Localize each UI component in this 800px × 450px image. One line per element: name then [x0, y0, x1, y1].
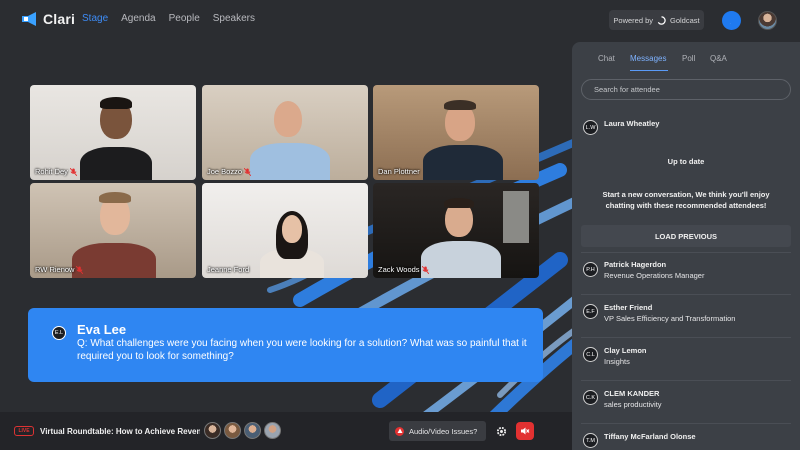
- tab-messages[interactable]: Messages: [630, 54, 666, 63]
- participant-name: Rohit Dey: [35, 167, 68, 176]
- attendee-title: sales productivity: [604, 400, 662, 409]
- powered-by-brand: Goldcast: [670, 15, 700, 25]
- goldcast-icon: [657, 15, 666, 25]
- divider: [581, 294, 791, 295]
- attendee-name[interactable]: Tiffany McFarland Olonse: [604, 432, 696, 441]
- active-tab-indicator: [630, 70, 668, 71]
- question-author: Eva Lee: [77, 322, 127, 337]
- speaker-avatars: [204, 422, 281, 439]
- participant-hair: [444, 198, 474, 208]
- speaker-mute-button[interactable]: [516, 422, 534, 440]
- participant-name: Joe Bozzo: [207, 167, 243, 176]
- featured-question-card: E.L Eva Lee Q: What challenges were you …: [28, 308, 543, 382]
- participant-figure: [72, 243, 156, 278]
- attendee-title: Insights: [604, 357, 630, 366]
- settings-gear-icon[interactable]: [496, 426, 507, 437]
- participant-figure: [421, 241, 501, 278]
- top-bar: Clari Stage Agenda People Speakers Power…: [0, 0, 800, 40]
- participant-head: [274, 101, 302, 137]
- mic-off-icon: [76, 265, 84, 274]
- speaker-avatar[interactable]: [224, 422, 241, 439]
- attendee-initials-avatar: C.K: [583, 390, 598, 405]
- divider: [581, 337, 791, 338]
- video-tile-joe-bozzo[interactable]: Joe Bozzo: [202, 85, 368, 180]
- recommendation-message: Start a new conversation, We think you'l…: [602, 190, 770, 210]
- participant-name: Jeanne Ford: [207, 265, 250, 274]
- av-issues-button[interactable]: Audio/Video Issues?: [389, 421, 486, 441]
- attendee-initials-avatar: T.M: [583, 433, 598, 448]
- theme-toggle-button[interactable]: [722, 11, 741, 30]
- mic-off-icon: [244, 167, 252, 176]
- main-nav: Stage Agenda People Speakers: [82, 13, 255, 24]
- nav-stage[interactable]: Stage: [82, 13, 108, 24]
- video-tile-jeanne-ford[interactable]: Jeanne Ford: [202, 183, 368, 278]
- participant-figure: [423, 145, 503, 180]
- user-avatar[interactable]: [758, 11, 777, 30]
- live-badge: LIVE: [14, 426, 34, 436]
- participant-label: Rohit Dey: [35, 167, 77, 176]
- speaker-muted-icon: [521, 427, 530, 435]
- conversation-status: Up to date: [667, 157, 705, 166]
- nav-people[interactable]: People: [169, 13, 200, 24]
- mic-off-icon: [69, 167, 77, 176]
- attendee-title: Revenue Operations Manager: [604, 271, 705, 280]
- tab-poll[interactable]: Poll: [682, 54, 695, 63]
- speaker-avatar[interactable]: [244, 422, 261, 439]
- participant-label: Dan Plottner: [378, 167, 420, 176]
- speaker-avatar[interactable]: [264, 422, 281, 439]
- video-tile-zack-woods[interactable]: Zack Woods: [373, 183, 539, 278]
- participant-figure: [80, 147, 152, 180]
- av-issues-label: Audio/Video Issues?: [409, 426, 478, 436]
- participant-name: Dan Plottner: [378, 167, 420, 176]
- participant-label: Joe Bozzo: [207, 167, 252, 176]
- warning-icon: [395, 426, 404, 436]
- powered-by-label: Powered by: [613, 15, 653, 25]
- video-tile-rohit-dey[interactable]: Rohit Dey: [30, 85, 196, 180]
- brand-name: Clari: [43, 11, 76, 27]
- participant-label: Jeanne Ford: [207, 265, 249, 274]
- mic-off-icon: [421, 265, 429, 274]
- video-tile-dan-plottner[interactable]: Dan Plottner: [373, 85, 539, 180]
- participant-label: Zack Woods: [378, 265, 429, 274]
- divider: [581, 380, 791, 381]
- attendee-initials-avatar: C.L: [583, 347, 598, 362]
- tab-chat[interactable]: Chat: [598, 54, 615, 63]
- bottom-bar: LIVE Virtual Roundtable: How to Achieve …: [0, 412, 572, 450]
- participant-hair: [444, 100, 476, 110]
- attendee-search-input[interactable]: [581, 79, 791, 100]
- tab-qa[interactable]: Q&A: [710, 54, 727, 63]
- attendee-name[interactable]: Esther Friend: [604, 303, 652, 312]
- participant-hair: [100, 97, 132, 109]
- clari-logo-icon: [22, 12, 36, 26]
- participant-head: [282, 215, 302, 243]
- session-title[interactable]: Virtual Roundtable: How to Achieve Reven…: [40, 427, 200, 436]
- attendee-name[interactable]: Patrick Hagerdon: [604, 260, 666, 269]
- current-contact-name[interactable]: Laura Wheatley: [604, 119, 659, 128]
- divider: [581, 423, 791, 424]
- attendee-initials-avatar: P.H: [583, 262, 598, 277]
- attendee-initials-avatar: E.F: [583, 304, 598, 319]
- participant-name: Zack Woods: [378, 265, 420, 274]
- load-previous-button[interactable]: LOAD PREVIOUS: [581, 225, 791, 247]
- divider: [581, 252, 791, 253]
- question-text: Q: What challenges were you facing when …: [77, 338, 527, 362]
- side-panel: Chat Messages Poll Q&A L.W Laura Wheatle…: [572, 42, 800, 450]
- participant-label: RW Rienow: [35, 265, 84, 274]
- author-initials-avatar: E.L: [52, 326, 66, 340]
- attendee-name[interactable]: CLEM KANDER: [604, 389, 659, 398]
- participant-hair: [99, 192, 131, 203]
- attendee-name[interactable]: Clay Lemon: [604, 346, 647, 355]
- speaker-avatar[interactable]: [204, 422, 221, 439]
- contact-initials-avatar: L.W: [583, 120, 598, 135]
- nav-agenda[interactable]: Agenda: [121, 13, 155, 24]
- brand-logo[interactable]: Clari: [22, 11, 75, 27]
- attendee-title: VP Sales Efficiency and Transformation: [604, 314, 736, 323]
- background-window: [503, 191, 529, 243]
- powered-by-badge[interactable]: Powered by Goldcast: [609, 10, 704, 30]
- participant-name: RW Rienow: [35, 265, 75, 274]
- participant-figure: [250, 143, 330, 180]
- video-tile-rw-rienow[interactable]: RW Rienow: [30, 183, 196, 278]
- moon-icon: [728, 16, 735, 24]
- nav-speakers[interactable]: Speakers: [213, 13, 255, 24]
